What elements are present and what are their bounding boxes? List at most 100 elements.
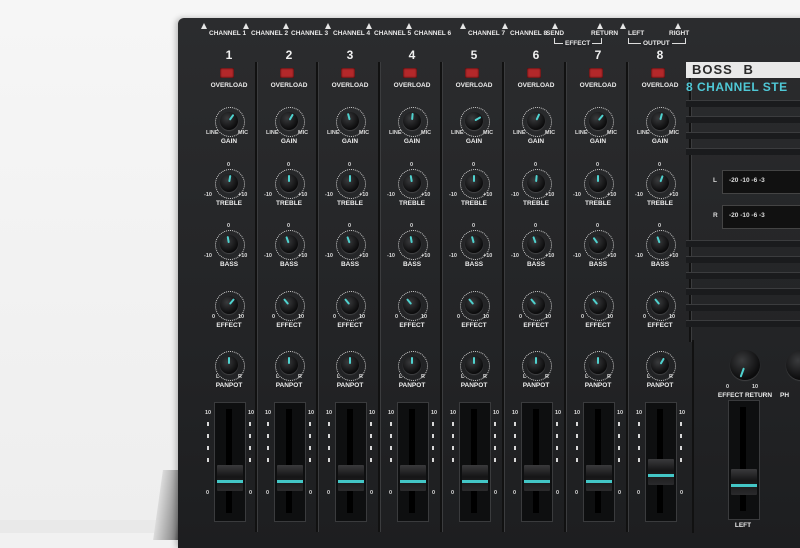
channel-input-arrow-icon [406,23,412,29]
fader-zero-left: 0 [266,490,270,496]
treble-label: TREBLE [461,200,487,207]
bass-knob[interactable] [220,235,238,253]
pan-knob[interactable] [341,356,359,374]
effect-ten-label: 10 [483,314,490,320]
bass-knob[interactable] [589,235,607,253]
fader-tick [249,458,251,462]
pan-right-label: R [607,374,611,380]
effect-return-knob[interactable] [730,350,760,380]
pan-knob[interactable] [651,356,669,374]
effect-knob[interactable] [403,296,421,314]
bass-knob[interactable] [280,235,298,253]
fader-ten-right: 10 [431,410,438,416]
gain-knob[interactable] [465,112,483,130]
pan-knob[interactable] [527,356,545,374]
treble-knob[interactable] [527,174,545,192]
gain-knob[interactable] [527,112,545,130]
channel-strip-1: OVERLOAD GAIN LINE MIC TREBLE 0 -10 +10 BASS 0 -10… [198,62,260,532]
effect-knob[interactable] [220,296,238,314]
pan-knob[interactable] [403,356,421,374]
channel-divider [378,62,380,532]
bass-knob[interactable] [651,235,669,253]
pan-knob[interactable] [589,356,607,374]
treble-knob[interactable] [465,174,483,192]
effect-zero-label: 0 [395,314,399,320]
treble-knob[interactable] [341,174,359,192]
fader-cap[interactable] [217,465,243,491]
fader-ten-left: 10 [512,410,519,416]
fader-cap[interactable] [400,465,426,491]
gain-knob[interactable] [589,112,607,130]
pan-knob[interactable] [220,356,238,374]
fader-ten-left: 10 [574,410,581,416]
effect-knob[interactable] [527,296,545,314]
treble-knob[interactable] [220,174,238,192]
fader-cap[interactable] [277,465,303,491]
pan-right-label: R [298,374,302,380]
effect-return-label: EFFECT RETURN [717,392,773,399]
pan-label: PANPOT [460,382,488,389]
gain-label: GAIN [403,138,421,145]
bass-knob[interactable] [465,235,483,253]
fader-tick [556,446,558,450]
pan-label: PANPOT [646,382,674,389]
fader-ten-right: 10 [369,410,376,416]
channel-divider [440,62,442,532]
treble-minus-label: -10 [573,192,581,198]
fader-cap[interactable] [462,465,488,491]
fader-tick [514,422,516,426]
fader-tick [207,422,209,426]
knob-indicator [409,174,413,183]
pan-left-label: L [216,374,220,380]
bass-plus-label: +10 [607,253,617,259]
gain-mic-label: MIC [607,130,618,136]
fader-groove [533,409,539,513]
gain-knob[interactable] [280,112,298,130]
panel-grille-slot [686,304,800,311]
treble-knob[interactable] [589,174,607,192]
treble-knob[interactable] [651,174,669,192]
effect-knob[interactable] [589,296,607,314]
pan-right-label: R [421,374,425,380]
effect-knob[interactable] [465,296,483,314]
bass-knob[interactable] [403,235,421,253]
treble-zero-label: 0 [348,162,352,168]
treble-knob[interactable] [403,174,421,192]
bass-minus-label: -10 [511,253,519,259]
send-arrow-icon [552,23,558,29]
gain-knob[interactable] [651,112,669,130]
fader-cap[interactable] [524,465,550,491]
gain-knob[interactable] [220,112,238,130]
master-left-fader-cap[interactable] [731,469,757,495]
fader-ten-left: 10 [326,410,333,416]
pan-knob[interactable] [280,356,298,374]
bass-knob[interactable] [341,235,359,253]
effect-knob[interactable] [280,296,298,314]
pan-right-label: R [483,374,487,380]
gain-knob[interactable] [403,112,421,130]
fader-cap[interactable] [586,465,612,491]
effect-zero-label: 0 [519,314,523,320]
meter-right-label: R [713,212,718,219]
fader-zero-left: 0 [206,490,210,496]
effect-knob[interactable] [341,296,359,314]
fader-stripe [586,480,612,483]
knob-indicator [228,113,235,121]
left-label: LEFT [628,30,645,37]
panel-grille-slot [686,256,800,263]
effect-knob[interactable] [651,296,669,314]
treble-knob[interactable] [280,174,298,192]
fader-cap[interactable] [338,465,364,491]
bass-knob[interactable] [527,235,545,253]
pan-knob[interactable] [465,356,483,374]
pan-label: PANPOT [522,382,550,389]
gain-knob[interactable] [341,112,359,130]
panel-grille-slot [686,148,800,155]
treble-label: TREBLE [647,200,673,207]
bass-plus-label: +10 [298,253,308,259]
fader-tick [309,458,311,462]
fader-cap[interactable] [648,459,674,485]
channel-divider [626,62,628,532]
effect-ten-label: 10 [359,314,366,320]
gain-label: GAIN [651,138,669,145]
